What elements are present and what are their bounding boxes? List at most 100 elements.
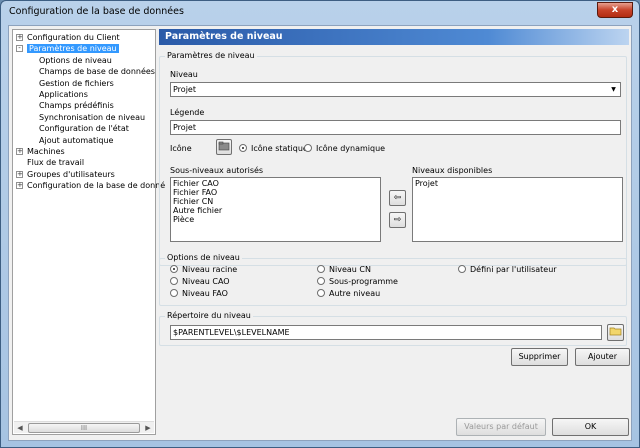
tree-item-label: Applications	[39, 90, 88, 99]
close-button[interactable]: x	[597, 2, 633, 18]
level-option-label: Sous-programme	[329, 277, 398, 286]
tree-item[interactable]: Groupes d'utilisateurs	[27, 169, 115, 180]
supprimer-button[interactable]: Supprimer	[511, 348, 568, 366]
tree-item-label: Gestion de fichiers	[39, 78, 114, 88]
list-item[interactable]: Autre fichier	[173, 206, 378, 215]
radio-static-dot[interactable]	[239, 144, 247, 152]
directory-input[interactable]: $PARENTLEVEL\$LEVELNAME	[170, 325, 602, 340]
level-option-radio[interactable]: Autre niveau	[317, 289, 380, 299]
expand-icon[interactable]: +	[16, 170, 23, 178]
folder-icon	[218, 141, 230, 151]
collapse-icon[interactable]: -	[16, 45, 23, 53]
radio-dot[interactable]	[170, 277, 178, 285]
radio-static-label: Icône statique	[251, 144, 308, 153]
tree-item[interactable]: Gestion de fichiers	[39, 78, 114, 89]
tree-item[interactable]: Options de niveau	[39, 55, 112, 66]
level-option-label: Niveau CAO	[182, 277, 230, 286]
tree-item[interactable]: Flux de travail	[27, 157, 84, 168]
panel-header: Paramètres de niveau	[159, 29, 629, 45]
level-option-label: Niveau CN	[329, 265, 371, 274]
radio-dynamic-label: Icône dynamique	[316, 144, 386, 153]
tree-item[interactable]: Machines	[27, 146, 65, 157]
arrow-left-icon: ⇦	[393, 193, 402, 203]
level-option-radio[interactable]: Niveau FAO	[170, 289, 228, 299]
level-option-radio[interactable]: Niveau racine	[170, 265, 237, 275]
tree-item[interactable]: Synchronisation de niveau	[39, 112, 145, 123]
radio-dynamic-icon[interactable]: Icône dynamique	[304, 144, 385, 154]
tree-item[interactable]: Champs de base de données	[39, 66, 155, 77]
scroll-thumb[interactable]: III	[28, 423, 140, 433]
level-option-label: Défini par l'utilisateur	[470, 265, 557, 274]
radio-dot[interactable]	[317, 265, 325, 273]
scroll-left-icon[interactable]: ◀	[14, 423, 26, 433]
expand-icon[interactable]: +	[16, 34, 23, 41]
ajouter-button[interactable]: Ajouter	[575, 348, 630, 366]
radio-dynamic-dot[interactable]	[304, 144, 312, 152]
available-levels-listbox[interactable]: Projet	[412, 177, 623, 242]
icon-picker-button[interactable]	[216, 139, 232, 155]
list-item[interactable]: Pièce	[173, 215, 378, 224]
tree-item[interactable]: Configuration du Client	[27, 32, 120, 43]
tree-item-label: Groupes d'utilisateurs	[27, 169, 115, 179]
defaults-button[interactable]: Valeurs par défaut	[456, 418, 546, 436]
tree-item-label: Paramètres de niveau	[27, 44, 119, 54]
level-option-radio[interactable]: Sous-programme	[317, 277, 398, 287]
list-item[interactable]: Fichier CN	[173, 197, 378, 206]
level-params-legend: Paramètres de niveau	[165, 51, 257, 60]
level-option-radio[interactable]: Niveau CAO	[170, 277, 230, 287]
niveau-label: Niveau	[170, 70, 198, 79]
arrow-right-icon: ⇨	[393, 215, 402, 225]
tree-item-label: Synchronisation de niveau	[39, 112, 146, 122]
ok-button[interactable]: OK	[552, 418, 629, 436]
legende-input[interactable]: Projet	[170, 120, 621, 135]
radio-dot[interactable]	[170, 289, 178, 297]
tree-item-label: Configuration de la base de donné	[27, 181, 166, 191]
tree-horizontal-scrollbar[interactable]: ◀ III ▶	[14, 421, 154, 433]
radio-static-icon[interactable]: Icône statique	[239, 144, 308, 154]
tree-item[interactable]: Champs prédéfinis	[39, 100, 114, 111]
sub-levels-label: Sous-niveaux autorisés	[170, 166, 264, 175]
tree-item[interactable]: Applications	[39, 89, 88, 100]
available-levels-label: Niveaux disponibles	[412, 166, 493, 175]
tree-item-label: Configuration du Client	[27, 33, 120, 42]
radio-dot[interactable]	[317, 289, 325, 297]
directory-legend: Répertoire du niveau	[165, 311, 253, 320]
directory-group: Répertoire du niveau $PARENTLEVEL\$LEVEL…	[159, 311, 627, 346]
tree-item[interactable]: Configuration de l'état	[39, 123, 129, 134]
client-area: Configuration du Client + Paramètres de ni…	[8, 25, 632, 441]
list-item[interactable]: Fichier CAO	[173, 179, 378, 188]
level-option-label: Autre niveau	[329, 289, 381, 298]
level-option-radio[interactable]: Niveau CN	[317, 265, 371, 275]
radio-dot[interactable]	[458, 265, 466, 273]
level-option-radio[interactable]: Défini par l'utilisateur	[458, 265, 557, 275]
niveau-combobox[interactable]: Projet ▼	[170, 82, 621, 97]
tree-item-label: Options de niveau	[39, 55, 112, 65]
tree-item-label: Flux de travail	[27, 158, 85, 168]
move-left-button[interactable]: ⇦	[389, 190, 406, 206]
level-option-label: Niveau FAO	[182, 289, 228, 298]
sub-levels-listbox[interactable]: Fichier CAO Fichier FAO Fichier CN Autre fi…	[170, 177, 381, 242]
expand-icon[interactable]: +	[16, 148, 23, 155]
expand-icon[interactable]: +	[16, 182, 23, 190]
list-item[interactable]: Projet	[415, 179, 620, 188]
move-right-button[interactable]: ⇨	[389, 212, 406, 228]
tree-item[interactable]: Configuration de la base de donné	[27, 180, 165, 191]
tree-item-label: Machines	[27, 147, 65, 156]
tree-item-label: Ajout automatique	[39, 135, 114, 145]
niveau-value: Projet	[173, 85, 196, 94]
app-window: Configuration de la base de données x Co…	[0, 0, 640, 448]
settings-tree[interactable]: Configuration du Client + Paramètres de ni…	[12, 29, 165, 435]
radio-dot[interactable]	[170, 265, 178, 273]
tree-item[interactable]: Paramètres de niveau	[27, 43, 119, 54]
level-options-legend: Options de niveau	[165, 253, 242, 262]
list-item[interactable]: Fichier FAO	[173, 188, 378, 197]
title-bar: Configuration de la base de données x	[1, 1, 639, 23]
radio-dot[interactable]	[317, 277, 325, 285]
tree-item[interactable]: Ajout automatique	[39, 135, 113, 146]
dropdown-arrow-icon[interactable]: ▼	[608, 84, 619, 95]
level-option-label: Niveau racine	[182, 265, 238, 274]
browse-folder-button[interactable]	[607, 324, 624, 341]
tree-item-label: Configuration de l'état	[39, 124, 129, 134]
level-params-group: Paramètres de niveau Niveau Projet ▼ Lég…	[159, 51, 627, 266]
scroll-right-icon[interactable]: ▶	[142, 423, 154, 433]
